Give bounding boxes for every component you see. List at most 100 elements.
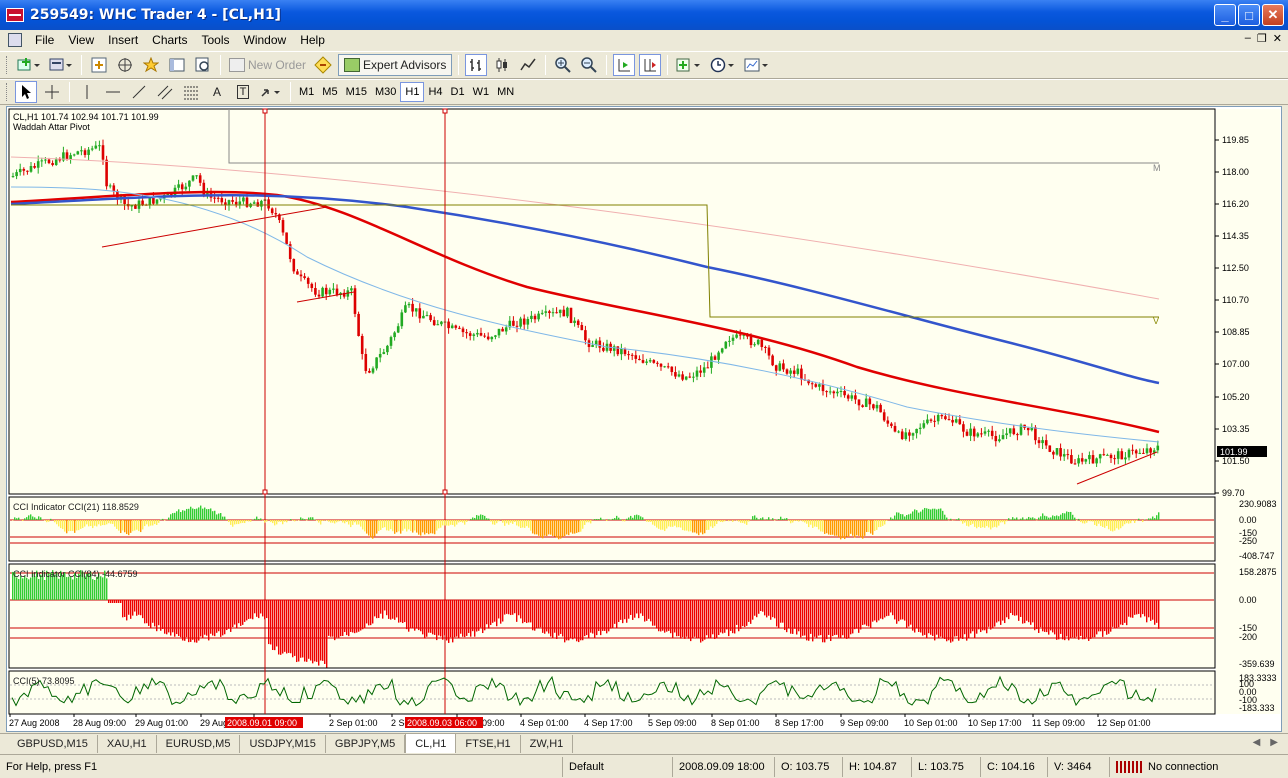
cci84-bar bbox=[648, 600, 650, 619]
candle-body bbox=[738, 334, 742, 336]
vertical-line-icon[interactable] bbox=[76, 81, 98, 103]
cursor-icon[interactable] bbox=[15, 81, 37, 103]
cci5-pane[interactable] bbox=[8, 670, 1216, 715]
crosshair-icon[interactable] bbox=[41, 81, 63, 103]
tab-usdjpy-m15[interactable]: USDJPY,M15 bbox=[240, 735, 326, 753]
timeframe-h4[interactable]: H4 bbox=[424, 82, 446, 102]
terminal-icon[interactable] bbox=[166, 54, 188, 76]
cci84-bar bbox=[280, 600, 282, 655]
mdi-close-icon[interactable]: ✕ bbox=[1273, 32, 1282, 45]
fibonacci-icon[interactable] bbox=[180, 81, 202, 103]
tab-eurusd-m5[interactable]: EURUSD,M5 bbox=[157, 735, 241, 753]
trendline-icon[interactable] bbox=[128, 81, 150, 103]
timeframe-m5[interactable]: M5 bbox=[318, 82, 341, 102]
cci21-bar bbox=[398, 520, 400, 532]
menu-view[interactable]: View bbox=[61, 33, 101, 47]
mdi-restore-icon[interactable]: ❐ bbox=[1257, 32, 1267, 45]
line-chart-icon[interactable] bbox=[517, 54, 539, 76]
menu-charts[interactable]: Charts bbox=[145, 33, 194, 47]
cci84-bar bbox=[606, 600, 608, 634]
menu-insert[interactable]: Insert bbox=[101, 33, 145, 47]
maximize-button[interactable]: □ bbox=[1238, 4, 1260, 26]
cci84-bar bbox=[1058, 600, 1060, 640]
candle-body bbox=[558, 309, 562, 314]
document-icon[interactable] bbox=[8, 33, 22, 47]
timeframe-w1[interactable]: W1 bbox=[469, 82, 494, 102]
chart-window[interactable]: 119.85 118.00 116.20 114.35 112.50 110.70 108.… bbox=[6, 106, 1282, 732]
expert-advisors-button[interactable]: Expert Advisors bbox=[338, 54, 453, 76]
cci84-bar bbox=[962, 600, 964, 639]
mdi-minimize-icon[interactable]: – bbox=[1245, 32, 1251, 45]
title-bar[interactable]: 259549: WHC Trader 4 - [CL,H1] _ □ ✕ bbox=[0, 0, 1288, 30]
zoom-out-icon[interactable] bbox=[578, 54, 600, 76]
menu-window[interactable]: Window bbox=[237, 33, 294, 47]
timeframe-mn[interactable]: MN bbox=[493, 82, 518, 102]
market-watch-icon[interactable] bbox=[88, 54, 110, 76]
tab-ftse-h1[interactable]: FTSE,H1 bbox=[456, 735, 521, 753]
tab-scroll-right-icon[interactable]: ▶ bbox=[1270, 737, 1278, 748]
cci21-bar bbox=[134, 520, 136, 531]
toolbar-grip[interactable] bbox=[6, 56, 9, 74]
profiles-icon[interactable] bbox=[47, 54, 75, 76]
cci21-bar bbox=[1116, 520, 1118, 529]
cci21-bar bbox=[1132, 520, 1134, 521]
timeframe-m30[interactable]: M30 bbox=[371, 82, 400, 102]
tab-zw-h1[interactable]: ZW,H1 bbox=[521, 735, 574, 753]
navigator-icon[interactable] bbox=[140, 54, 162, 76]
candle-body bbox=[627, 354, 630, 356]
tab-scroll-left-icon[interactable]: ◀ bbox=[1253, 737, 1261, 748]
toolbar-grip-2[interactable] bbox=[6, 83, 9, 101]
cci84-bar bbox=[374, 600, 376, 617]
cci84-bar bbox=[786, 600, 788, 633]
data-window-icon[interactable] bbox=[114, 54, 136, 76]
indicators-icon[interactable] bbox=[674, 54, 704, 76]
templates-icon[interactable] bbox=[742, 54, 772, 76]
menu-help[interactable]: Help bbox=[293, 33, 332, 47]
cci21-bar bbox=[894, 515, 896, 520]
cci21-bar bbox=[1064, 513, 1066, 520]
tab-gbpusd-m15[interactable]: GBPUSD,M15 bbox=[8, 735, 98, 753]
menu-tools[interactable]: Tools bbox=[195, 33, 237, 47]
cci21-pane[interactable] bbox=[8, 496, 1216, 562]
equidistant-channel-icon[interactable] bbox=[154, 81, 176, 103]
chart-shift-icon[interactable] bbox=[639, 54, 662, 76]
text-label-icon[interactable]: T bbox=[232, 81, 254, 103]
cci21-bar bbox=[388, 520, 390, 531]
close-button[interactable]: ✕ bbox=[1262, 4, 1284, 26]
tab-xau-h1[interactable]: XAU,H1 bbox=[98, 735, 157, 753]
arrows-icon[interactable] bbox=[258, 81, 284, 103]
cci21-bar bbox=[98, 520, 100, 525]
timeframe-d1[interactable]: D1 bbox=[447, 82, 469, 102]
cci84-bar bbox=[684, 600, 686, 639]
tab-gbpjpy-m5[interactable]: GBPJPY,M5 bbox=[326, 735, 406, 753]
zoom-in-icon[interactable] bbox=[552, 54, 574, 76]
metaeditor-icon[interactable] bbox=[312, 54, 334, 76]
cci21-tick-label: -250 bbox=[1239, 536, 1257, 546]
candle-body bbox=[386, 345, 389, 353]
tab-cl-h1[interactable]: CL,H1 bbox=[405, 733, 457, 753]
horizontal-line-icon[interactable] bbox=[102, 81, 124, 103]
cci21-bar bbox=[1092, 520, 1094, 522]
text-icon[interactable]: A bbox=[206, 81, 228, 103]
candlesticks-icon[interactable] bbox=[491, 54, 513, 76]
auto-scroll-icon[interactable] bbox=[613, 54, 636, 76]
cci84-bar bbox=[886, 600, 888, 617]
bar-chart-icon[interactable] bbox=[465, 54, 488, 76]
cci84-bar bbox=[612, 600, 614, 628]
new-chart-icon[interactable] bbox=[15, 54, 43, 76]
price-chart[interactable]: 119.85 118.00 116.20 114.35 112.50 110.70 108.… bbox=[7, 107, 1281, 731]
periods-icon[interactable] bbox=[708, 54, 738, 76]
cci84-bar bbox=[20, 575, 22, 600]
cci21-bar bbox=[974, 520, 976, 527]
cci84-bar bbox=[938, 600, 940, 638]
timeframe-h1[interactable]: H1 bbox=[400, 82, 425, 102]
cci21-bar bbox=[872, 520, 874, 535]
strategy-tester-icon[interactable] bbox=[192, 54, 214, 76]
timeframe-m1[interactable]: M1 bbox=[295, 82, 318, 102]
cci21-bar bbox=[552, 520, 554, 536]
menu-file[interactable]: File bbox=[28, 33, 61, 47]
cci84-bar bbox=[650, 600, 652, 622]
minimize-button[interactable]: _ bbox=[1214, 4, 1236, 26]
new-order-button[interactable]: New Order bbox=[227, 54, 308, 76]
timeframe-m15[interactable]: M15 bbox=[342, 82, 371, 102]
